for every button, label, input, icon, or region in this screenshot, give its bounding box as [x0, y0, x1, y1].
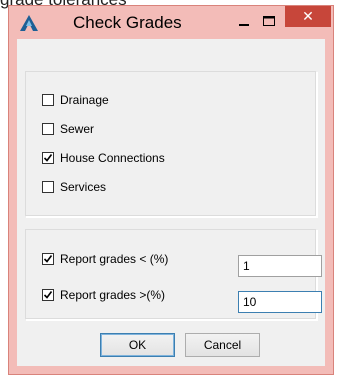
checkbox-services[interactable]: Services: [42, 179, 106, 195]
minimize-icon[interactable]: [234, 15, 254, 31]
checkbox-drainage[interactable]: Drainage: [42, 92, 109, 108]
checkbox-house-connections[interactable]: House Connections: [42, 150, 165, 166]
window-title: Check Grades: [73, 13, 182, 32]
checkbox-label: Report grades < (%): [60, 252, 169, 266]
checkmark-icon: [43, 154, 53, 162]
checkbox-box[interactable]: [42, 181, 54, 193]
app-logo-icon: [20, 15, 38, 31]
checkbox-box[interactable]: [42, 289, 54, 301]
checkbox-label: Report grades >(%): [60, 288, 166, 302]
cancel-button[interactable]: Cancel: [185, 333, 260, 357]
checkbox-label: Sewer: [60, 122, 95, 136]
greater-than-value-input[interactable]: [238, 291, 322, 313]
maximize-icon[interactable]: [259, 13, 279, 31]
ok-button[interactable]: OK: [100, 333, 175, 357]
checkbox-box[interactable]: [42, 123, 54, 135]
checkmark-icon: [43, 291, 53, 299]
check-grades-dialog: Check Grades ✕ Drainage Sewer House Conn…: [8, 5, 334, 375]
checkbox-report-less-than[interactable]: Report grades < (%): [42, 251, 168, 267]
title-bar[interactable]: Check Grades ✕: [9, 6, 333, 39]
checkbox-report-greater-than[interactable]: Report grades >(%): [42, 287, 165, 303]
checkbox-box[interactable]: [42, 253, 54, 265]
checkbox-label: Drainage: [60, 93, 109, 107]
checkmark-icon: [43, 255, 53, 263]
dialog-body: Drainage Sewer House Connections Service…: [17, 39, 325, 366]
layer-group-box: Drainage Sewer House Connections Service…: [25, 71, 317, 217]
checkbox-sewer[interactable]: Sewer: [42, 121, 94, 137]
less-than-value-input[interactable]: [238, 255, 322, 277]
close-icon[interactable]: ✕: [285, 6, 331, 27]
checkbox-label: House Connections: [60, 151, 165, 165]
checkbox-label: Services: [60, 180, 107, 194]
checkbox-box[interactable]: [42, 152, 54, 164]
checkbox-box[interactable]: [42, 94, 54, 106]
